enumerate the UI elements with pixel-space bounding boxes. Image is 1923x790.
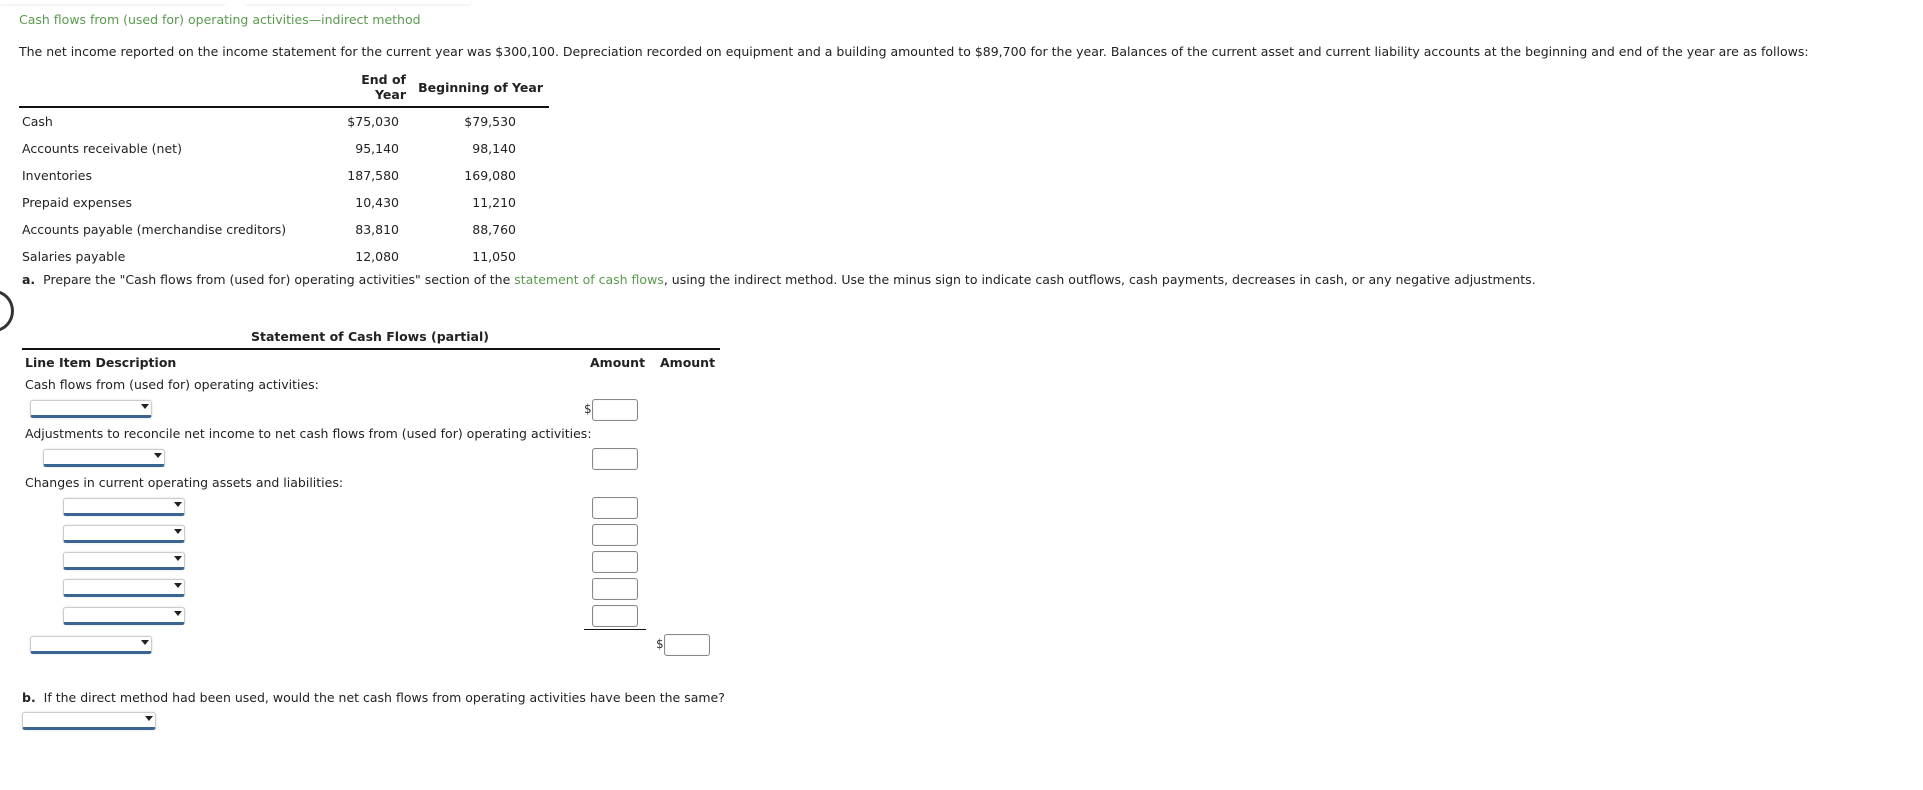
table-row: Salaries payable 12,080 11,050 xyxy=(19,243,549,270)
change-1-select[interactable] xyxy=(63,498,185,516)
table-row: Inventories 187,580 169,080 xyxy=(19,162,549,189)
row-label: Prepaid expenses xyxy=(22,195,132,210)
subtotal-rule xyxy=(584,629,646,630)
statement-title: Statement of Cash Flows (partial) xyxy=(251,329,489,344)
dropdown-caret-icon xyxy=(174,529,182,534)
change-4-select[interactable] xyxy=(63,579,185,597)
net-cash-flows-amount-input[interactable] xyxy=(664,634,710,656)
part-b-question: b. If the direct method had been used, w… xyxy=(22,690,725,705)
section-label-operating: Cash flows from (used for) operating act… xyxy=(25,377,319,392)
end-value: 12,080 xyxy=(355,249,399,264)
title-divider xyxy=(22,348,720,350)
depreciation-amount-input[interactable] xyxy=(592,448,638,470)
net-income-select[interactable] xyxy=(30,400,152,418)
end-value: $75,030 xyxy=(347,114,399,129)
change-2-amount-input[interactable] xyxy=(592,524,638,546)
change-3-amount-input[interactable] xyxy=(592,551,638,573)
part-b-answer-select[interactable] xyxy=(22,712,156,730)
table-row: Prepaid expenses 10,430 11,210 xyxy=(19,189,549,216)
change-3-select[interactable] xyxy=(63,552,185,570)
row-label: Inventories xyxy=(22,168,92,183)
net-cash-flows-select[interactable] xyxy=(30,636,152,654)
end-value: 95,140 xyxy=(355,141,399,156)
dropdown-caret-icon xyxy=(141,640,149,645)
dropdown-caret-icon xyxy=(174,583,182,588)
begin-value: $79,530 xyxy=(464,114,516,129)
table-row: Cash $75,030 $79,530 xyxy=(19,107,549,135)
depreciation-select[interactable] xyxy=(43,449,165,467)
dropdown-caret-icon xyxy=(174,556,182,561)
row-label: Cash xyxy=(22,114,53,129)
dropdown-caret-icon xyxy=(174,502,182,507)
begin-value: 11,050 xyxy=(472,249,516,264)
column-header-amount-2: Amount xyxy=(660,355,716,370)
dropdown-caret-icon xyxy=(174,611,182,616)
row-label: Salaries payable xyxy=(22,249,126,264)
column-header-amount-1: Amount xyxy=(590,355,646,370)
circle-icon xyxy=(0,290,14,332)
part-b-text: If the direct method had been used, woul… xyxy=(43,690,725,705)
header-beginning-of-year: Beginning of Year xyxy=(418,79,543,95)
net-income-amount-input[interactable] xyxy=(592,399,638,421)
row-label: Accounts receivable (net) xyxy=(22,141,182,156)
part-a-marker: a. xyxy=(22,272,36,287)
change-1-amount-input[interactable] xyxy=(592,497,638,519)
dropdown-caret-icon xyxy=(141,404,149,409)
dropdown-caret-icon xyxy=(154,453,162,458)
part-a-text-before: Prepare the "Cash flows from (used for) … xyxy=(43,272,515,287)
begin-value: 169,080 xyxy=(464,168,516,183)
tab-shadow-left xyxy=(0,0,225,4)
change-4-amount-input[interactable] xyxy=(592,578,638,600)
table-row: Accounts payable (merchandise creditors)… xyxy=(19,216,549,243)
glossary-link-statement-of-cash-flows[interactable]: statement of cash flows xyxy=(514,272,664,287)
header-end-of-year: End of Year xyxy=(361,72,406,102)
part-a-instructions: a. Prepare the "Cash flows from (used fo… xyxy=(22,272,1536,287)
header-blank xyxy=(19,72,321,107)
row-label: Accounts payable (merchandise creditors) xyxy=(22,222,287,237)
begin-value: 98,140 xyxy=(472,141,516,156)
end-value: 10,430 xyxy=(355,195,399,210)
part-a-text-after: , using the indirect method. Use the min… xyxy=(663,272,1536,287)
begin-value: 11,210 xyxy=(472,195,516,210)
end-value: 83,810 xyxy=(355,222,399,237)
change-5-amount-input[interactable] xyxy=(592,605,638,627)
column-header-description: Line Item Description xyxy=(25,355,177,370)
change-2-select[interactable] xyxy=(63,525,185,543)
table-row: Accounts receivable (net) 95,140 98,140 xyxy=(19,135,549,162)
end-value: 187,580 xyxy=(347,168,399,183)
currency-sign: $ xyxy=(584,402,592,416)
currency-sign: $ xyxy=(656,637,664,651)
balances-table: End of Year Beginning of Year Cash $75,03… xyxy=(19,72,549,270)
section-label-changes: Changes in current operating assets and … xyxy=(25,475,344,490)
part-b-marker: b. xyxy=(22,690,36,705)
problem-intro: The net income reported on the income st… xyxy=(19,44,1809,59)
problem-title: Cash flows from (used for) operating act… xyxy=(19,12,421,27)
change-5-select[interactable] xyxy=(63,607,185,625)
section-label-adjustments: Adjustments to reconcile net income to n… xyxy=(25,426,592,441)
tab-shadow-right xyxy=(245,0,470,4)
dropdown-caret-icon xyxy=(145,716,153,721)
begin-value: 88,760 xyxy=(472,222,516,237)
